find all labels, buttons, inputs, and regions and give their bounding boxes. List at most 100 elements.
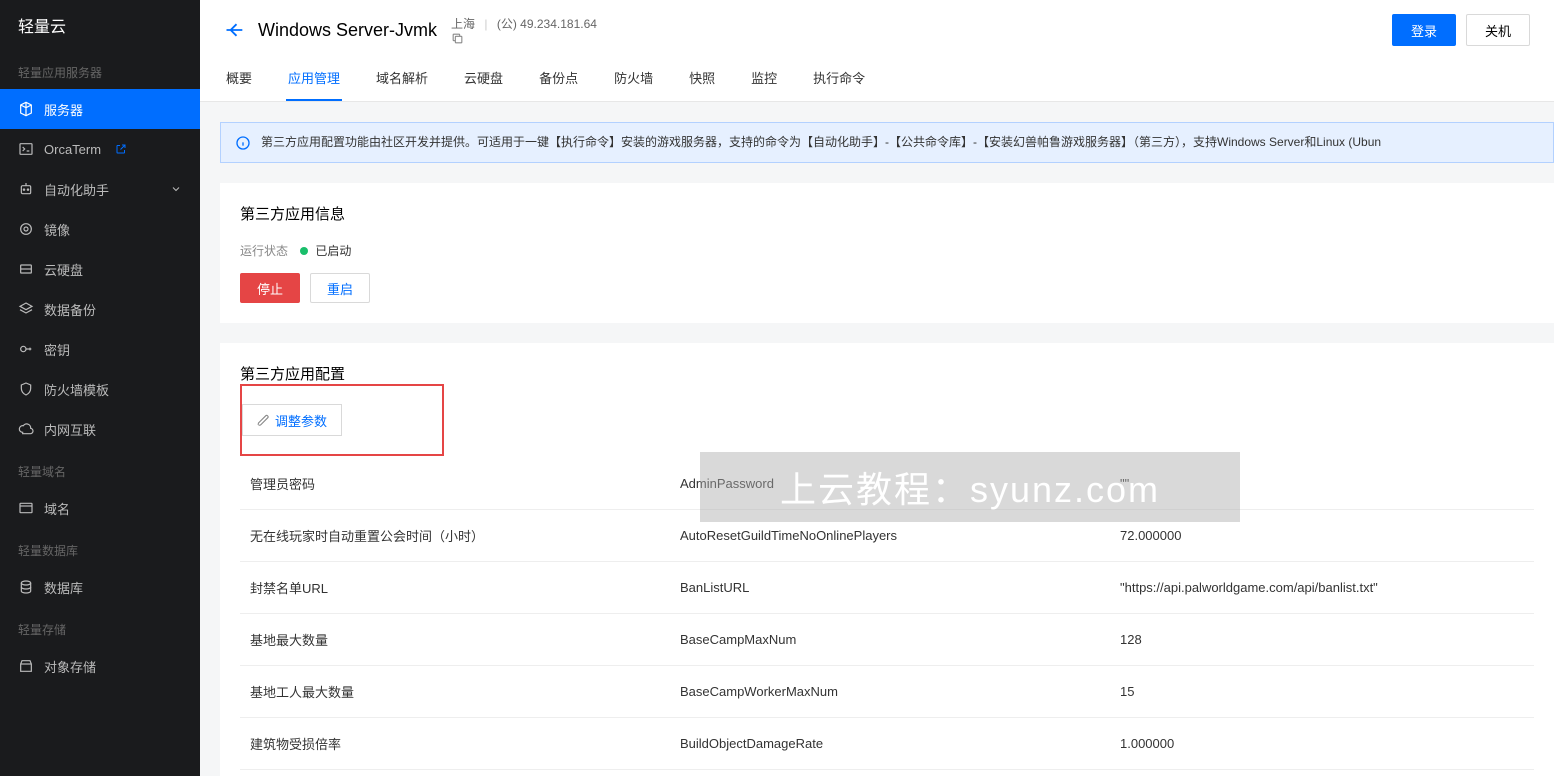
storage-icon bbox=[18, 658, 34, 674]
tab-snapshot[interactable]: 快照 bbox=[687, 58, 717, 101]
param-value: 1.000000 bbox=[1120, 736, 1534, 751]
sidebar-item-backup[interactable]: 数据备份 bbox=[0, 289, 200, 329]
info-alert: 第三方应用配置功能由社区开发并提供。可适用于一键【执行命令】安装的游戏服务器，支… bbox=[220, 122, 1554, 163]
param-table: 管理员密码 AdminPassword "" 无在线玩家时自动重置公会时间（小时… bbox=[240, 458, 1534, 776]
tab-firewall[interactable]: 防火墙 bbox=[612, 58, 655, 101]
cloud-icon bbox=[18, 421, 34, 437]
sidebar-item-label: 防火墙模板 bbox=[44, 380, 109, 399]
param-label: 管理员密码 bbox=[240, 474, 680, 493]
sidebar-item-key[interactable]: 密钥 bbox=[0, 329, 200, 369]
layers-icon bbox=[18, 301, 34, 317]
sidebar-item-disk[interactable]: 云硬盘 bbox=[0, 249, 200, 289]
page-title: Windows Server-Jvmk bbox=[258, 20, 437, 41]
copy-icon[interactable] bbox=[451, 32, 601, 45]
tab-dns[interactable]: 域名解析 bbox=[374, 58, 430, 101]
sidebar-item-firewall-tpl[interactable]: 防火墙模板 bbox=[0, 369, 200, 409]
browser-icon bbox=[18, 500, 34, 516]
param-key: BuildObjectDamageRate bbox=[680, 736, 1120, 751]
cube-icon bbox=[18, 101, 34, 117]
sidebar-item-label: 自动化助手 bbox=[44, 180, 109, 199]
param-label: 封禁名单URL bbox=[240, 578, 680, 597]
sidebar-item-intranet[interactable]: 内网互联 bbox=[0, 409, 200, 449]
param-key: AutoResetGuildTimeNoOnlinePlayers bbox=[680, 528, 1120, 543]
terminal-icon bbox=[18, 141, 34, 157]
sidebar-group-title: 轻量存储 bbox=[0, 607, 200, 646]
sidebar-item-label: 镜像 bbox=[44, 220, 70, 239]
param-row: 基地最大数量 BaseCampMaxNum 128 bbox=[240, 614, 1534, 666]
sidebar-item-label: 内网互联 bbox=[44, 420, 96, 439]
param-value: "" bbox=[1120, 476, 1534, 491]
param-row: 无在线玩家时自动重置公会时间（小时） AutoResetGuildTimeNoO… bbox=[240, 510, 1534, 562]
status-label: 运行状态 bbox=[240, 242, 288, 259]
restart-button[interactable]: 重启 bbox=[310, 273, 370, 303]
param-key: BaseCampWorkerMaxNum bbox=[680, 684, 1120, 699]
edit-params-button[interactable]: 调整参数 bbox=[242, 404, 342, 436]
sidebar-group-title: 轻量数据库 bbox=[0, 528, 200, 567]
robot-icon bbox=[18, 181, 34, 197]
key-icon bbox=[18, 341, 34, 357]
sidebar-item-label: 数据库 bbox=[44, 578, 83, 597]
status-dot-icon bbox=[300, 247, 308, 255]
sidebar-item-domain[interactable]: 域名 bbox=[0, 488, 200, 528]
sidebar-item-server[interactable]: 服务器 bbox=[0, 89, 200, 129]
param-value: 72.000000 bbox=[1120, 528, 1534, 543]
sidebar-item-label: 域名 bbox=[44, 499, 70, 518]
app-info-card: 第三方应用信息 运行状态 已启动 停止 重启 bbox=[220, 183, 1554, 323]
tabs: 概要应用管理域名解析云硬盘备份点防火墙快照监控执行命令 bbox=[224, 58, 1530, 101]
sidebar: 轻量云 轻量应用服务器服务器OrcaTerm自动化助手镜像云硬盘数据备份密钥防火… bbox=[0, 0, 200, 776]
param-label: 基地工人最大数量 bbox=[240, 682, 680, 701]
tab-backup-point[interactable]: 备份点 bbox=[537, 58, 580, 101]
external-link-icon bbox=[115, 143, 127, 155]
login-button[interactable]: 登录 bbox=[1392, 14, 1456, 46]
sidebar-group-title: 轻量域名 bbox=[0, 449, 200, 488]
tab-app-manage[interactable]: 应用管理 bbox=[286, 58, 342, 101]
param-label: 建筑物受损倍率 bbox=[240, 734, 680, 753]
param-row: 管理员密码 AdminPassword "" bbox=[240, 458, 1534, 510]
sidebar-item-label: 对象存储 bbox=[44, 657, 96, 676]
disk-icon bbox=[18, 261, 34, 277]
param-value: "https://api.palworldgame.com/api/banlis… bbox=[1120, 580, 1534, 595]
status-value: 已启动 bbox=[315, 244, 351, 258]
app-config-card: 第三方应用配置 调整参数 管理员密码 AdminPassword "" 无在线玩… bbox=[220, 343, 1554, 776]
sidebar-item-image[interactable]: 镜像 bbox=[0, 209, 200, 249]
sidebar-group-title: 轻量应用服务器 bbox=[0, 50, 200, 89]
alert-text: 第三方应用配置功能由社区开发并提供。可适用于一键【执行命令】安装的游戏服务器，支… bbox=[261, 133, 1381, 152]
db-icon bbox=[18, 579, 34, 595]
param-value: 15 bbox=[1120, 684, 1534, 699]
shutdown-button[interactable]: 关机 bbox=[1466, 14, 1530, 46]
sidebar-item-label: OrcaTerm bbox=[44, 142, 101, 157]
app-info-title: 第三方应用信息 bbox=[240, 203, 1534, 224]
main-header: Windows Server-Jvmk 上海 | (公) 49.234.181.… bbox=[200, 0, 1554, 102]
chevron-down-icon bbox=[170, 183, 182, 195]
back-icon[interactable] bbox=[224, 20, 244, 40]
param-row: 建筑物受损倍率 BuildObjectDamageRate 1.000000 bbox=[240, 718, 1534, 770]
param-row: 封禁名单URL BanListURL "https://api.palworld… bbox=[240, 562, 1534, 614]
param-value: 128 bbox=[1120, 632, 1534, 647]
sidebar-item-cos[interactable]: 对象存储 bbox=[0, 646, 200, 686]
app-config-title: 第三方应用配置 bbox=[240, 363, 1534, 384]
pencil-icon bbox=[257, 414, 270, 427]
sidebar-item-automation[interactable]: 自动化助手 bbox=[0, 169, 200, 209]
sidebar-item-label: 云硬盘 bbox=[44, 260, 83, 279]
sidebar-item-orcaterm[interactable]: OrcaTerm bbox=[0, 129, 200, 169]
stop-button[interactable]: 停止 bbox=[240, 273, 300, 303]
shield-icon bbox=[18, 381, 34, 397]
sidebar-item-database[interactable]: 数据库 bbox=[0, 567, 200, 607]
param-row: 建筑物劣化受损倍率 BuildObjectDeteriorationDamage… bbox=[240, 770, 1534, 776]
param-label: 基地最大数量 bbox=[240, 630, 680, 649]
tab-monitor[interactable]: 监控 bbox=[749, 58, 779, 101]
param-row: 基地工人最大数量 BaseCampWorkerMaxNum 15 bbox=[240, 666, 1534, 718]
tab-overview[interactable]: 概要 bbox=[224, 58, 254, 101]
param-key: BaseCampMaxNum bbox=[680, 632, 1120, 647]
tab-cloud-disk[interactable]: 云硬盘 bbox=[462, 58, 505, 101]
sidebar-item-label: 服务器 bbox=[44, 100, 83, 119]
sidebar-item-label: 密钥 bbox=[44, 340, 70, 359]
info-icon bbox=[235, 135, 251, 151]
param-key: BanListURL bbox=[680, 580, 1120, 595]
param-label: 无在线玩家时自动重置公会时间（小时） bbox=[240, 526, 680, 545]
target-icon bbox=[18, 221, 34, 237]
edit-highlight-box: 调整参数 bbox=[240, 384, 444, 456]
tab-exec[interactable]: 执行命令 bbox=[811, 58, 867, 101]
sidebar-item-label: 数据备份 bbox=[44, 300, 96, 319]
region-label: 上海 | (公) 49.234.181.64 bbox=[451, 15, 601, 45]
